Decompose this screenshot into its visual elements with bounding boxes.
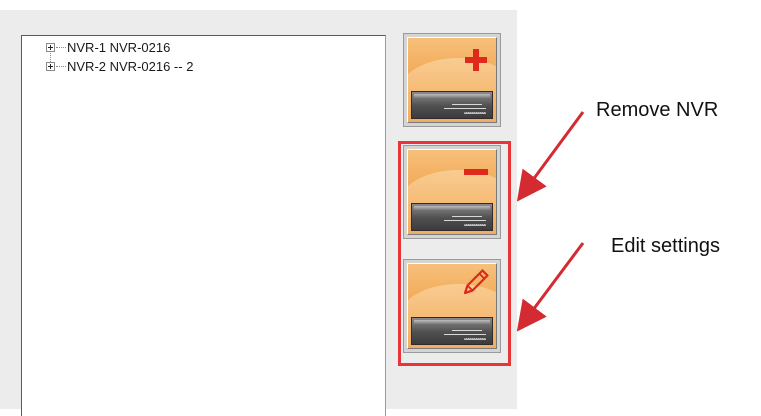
- edit-settings-callout: Edit settings: [611, 235, 720, 257]
- remove-arrow: [516, 111, 585, 202]
- callout-arrows: [516, 111, 585, 332]
- remove-nvr-callout: Remove NVR: [596, 99, 719, 121]
- edit-arrow: [516, 242, 585, 332]
